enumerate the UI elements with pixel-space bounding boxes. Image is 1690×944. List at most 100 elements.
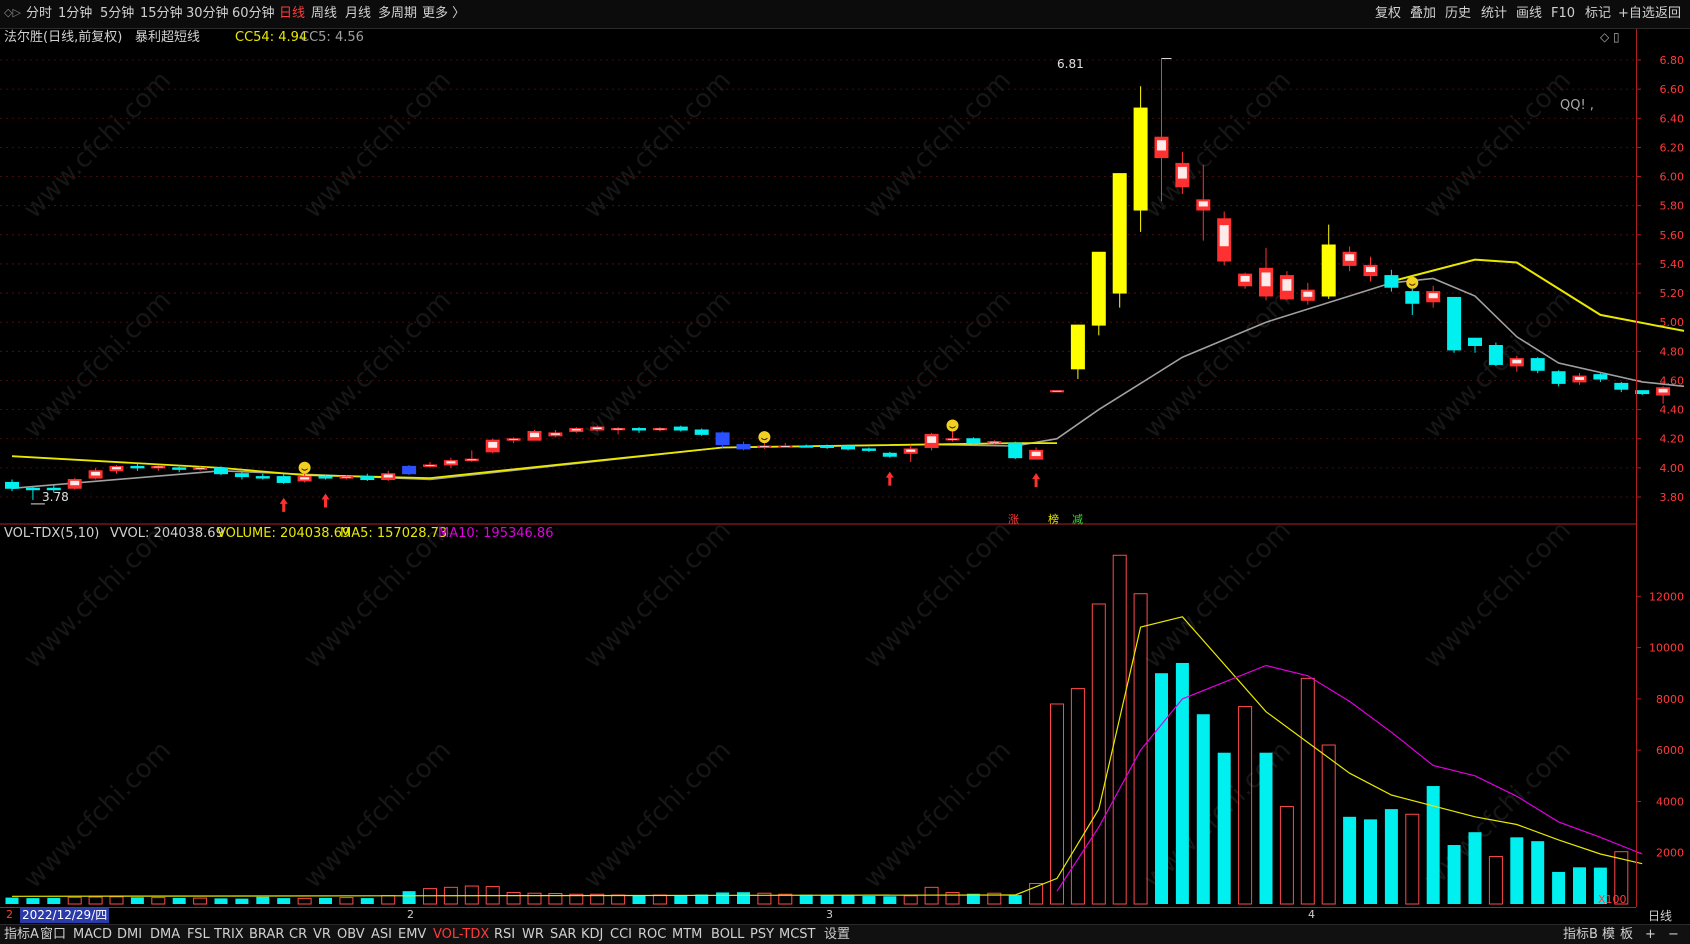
volume-bar: [945, 891, 960, 905]
candle-body: [1468, 337, 1482, 347]
tab-trix[interactable]: TRIX: [214, 927, 244, 943]
tab-vr[interactable]: VR: [313, 927, 331, 943]
tab-cr[interactable]: CR: [289, 927, 307, 943]
indicator-a-tab[interactable]: 指标A: [4, 927, 39, 943]
candle-highlight: [91, 471, 101, 476]
price-tick-label: 6.20: [1660, 141, 1685, 154]
price-tick-label: 4.40: [1660, 404, 1685, 417]
flag-bang[interactable]: 榜: [1048, 511, 1059, 527]
volume-tick-label: 4000: [1656, 795, 1684, 808]
candle-highlight: [1052, 390, 1062, 392]
candle-highlight: [300, 477, 310, 480]
candle-body: [1593, 374, 1608, 380]
volume-bar: [1321, 744, 1336, 905]
candle-highlight: [759, 446, 769, 448]
price-tick-label: 4.20: [1660, 433, 1685, 446]
candle-highlight: [153, 466, 163, 468]
tab-kdj[interactable]: KDJ: [581, 927, 603, 943]
low-price-label: 3.78: [42, 490, 69, 504]
volume-bar: [1384, 809, 1398, 904]
tab-boll[interactable]: BOLL: [711, 927, 744, 943]
board-tab[interactable]: 板: [1620, 927, 1633, 943]
volume-bar: [506, 891, 521, 905]
smile-icon: [758, 431, 771, 444]
candle-highlight: [1157, 140, 1166, 151]
candle-body: [799, 445, 814, 448]
volume-bar: [799, 894, 813, 904]
volume-bar: [1343, 816, 1357, 904]
candle-body: [1384, 275, 1399, 288]
zoom-out-button[interactable]: −: [1668, 927, 1679, 943]
volume-bar: [1573, 867, 1586, 904]
candle-highlight: [906, 449, 916, 452]
zoom-in-button[interactable]: +: [1645, 927, 1656, 943]
candle-highlight: [592, 427, 602, 429]
candle-body: [360, 476, 375, 481]
volume-bar: [1364, 819, 1377, 904]
price-tick-label: 4.80: [1660, 345, 1685, 358]
candle-highlight: [488, 441, 498, 448]
flag-jian[interactable]: 减: [1072, 511, 1083, 527]
price-tick-label: 6.80: [1660, 54, 1685, 67]
date-axis-edge-mark: 2: [6, 908, 13, 921]
volume-bar: [1300, 677, 1315, 905]
tab-rsi[interactable]: RSI: [494, 927, 515, 943]
tab-brar[interactable]: BRAR: [249, 927, 284, 943]
candle-highlight: [571, 428, 581, 431]
date-axis: 2 2 3 4: [0, 907, 1636, 924]
candle-highlight: [70, 480, 80, 486]
candle-body: [1530, 358, 1545, 371]
tab-vol-tdx[interactable]: VOL-TDX: [433, 927, 489, 943]
candle-highlight: [613, 428, 623, 430]
template-tab[interactable]: 模: [1602, 927, 1615, 943]
settings-tab[interactable]: 设置: [824, 927, 850, 943]
candle-body: [1405, 291, 1420, 304]
flag-zhang[interactable]: 涨: [1008, 511, 1019, 527]
tab-sar[interactable]: SAR: [550, 927, 576, 943]
tab-mcst[interactable]: MCST: [779, 927, 816, 943]
volume-bar: [235, 898, 249, 904]
candle-body: [673, 426, 688, 431]
tab-asi[interactable]: ASI: [371, 927, 392, 943]
volume-bar: [47, 897, 61, 904]
volume-bar: [109, 896, 124, 905]
window-tab[interactable]: 窗口: [40, 927, 66, 943]
tab-roc[interactable]: ROC: [638, 927, 666, 943]
volume-bar: [527, 892, 542, 905]
tab-psy[interactable]: PSY: [750, 927, 774, 943]
candle-highlight: [1261, 272, 1271, 287]
candle-body: [1614, 382, 1629, 390]
candle-highlight: [1303, 291, 1313, 297]
tab-cci[interactable]: CCI: [610, 927, 632, 943]
candle-body: [276, 476, 291, 483]
candle-highlight: [1219, 225, 1229, 247]
volume-bar: [841, 895, 855, 904]
tab-obv[interactable]: OBV: [337, 927, 365, 943]
axis-divider: [1636, 29, 1637, 907]
candle-body: [736, 444, 751, 450]
volume-bar: [256, 896, 270, 904]
volume-bar: [130, 897, 144, 904]
tab-macd[interactable]: MACD: [73, 927, 112, 943]
candle-body: [820, 445, 835, 448]
candle-body: [841, 445, 855, 450]
candle-highlight: [341, 476, 351, 478]
kline-chart-canvas[interactable]: 6.806.606.406.206.005.805.605.405.205.00…: [0, 0, 1690, 943]
tab-emv[interactable]: EMV: [398, 927, 426, 943]
tab-mtm[interactable]: MTM: [672, 927, 702, 943]
volume-bar: [1050, 703, 1064, 905]
indicator-b-tab[interactable]: 指标B: [1563, 927, 1598, 943]
up-arrow-icon: [1032, 473, 1041, 488]
tab-wr[interactable]: WR: [522, 927, 544, 943]
price-tick-label: 5.60: [1660, 229, 1685, 242]
tab-dma[interactable]: DMA: [150, 927, 180, 943]
tab-dmi[interactable]: DMI: [117, 927, 142, 943]
volume-bar: [1070, 688, 1085, 905]
candle-body: [25, 487, 40, 491]
month-tick: 4: [1308, 908, 1315, 921]
candle-highlight: [1512, 359, 1522, 364]
volume-bar: [674, 895, 688, 904]
price-tick-label: 5.20: [1660, 287, 1685, 300]
volume-bar: [737, 892, 750, 904]
tab-fsl[interactable]: FSL: [187, 927, 210, 943]
